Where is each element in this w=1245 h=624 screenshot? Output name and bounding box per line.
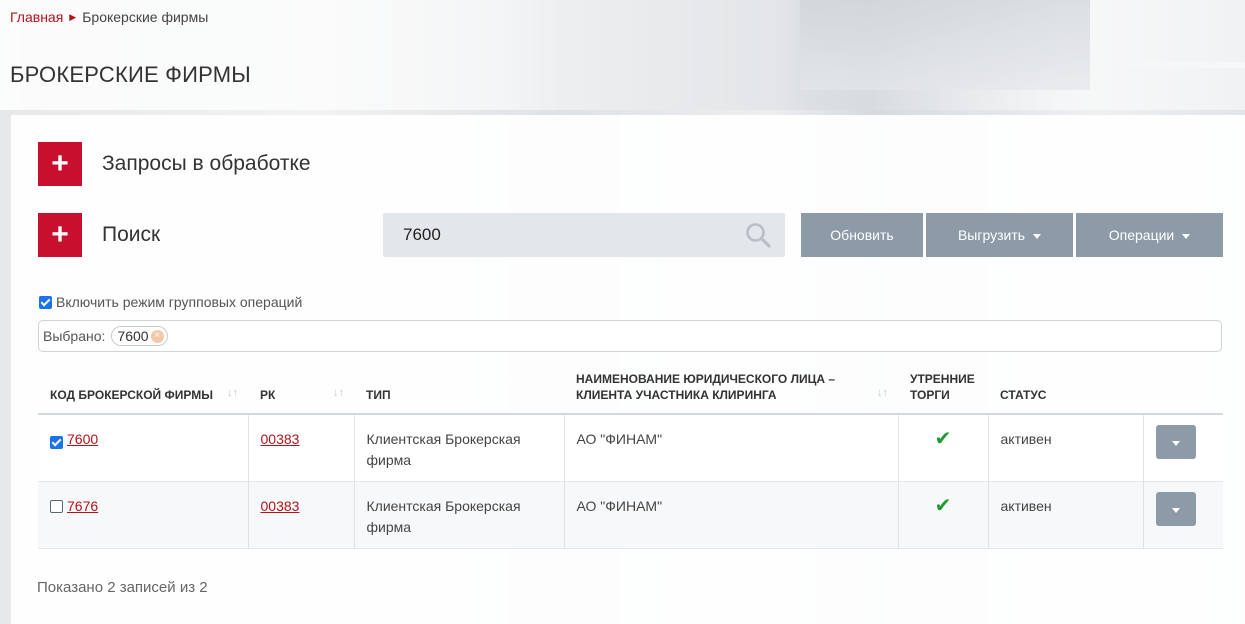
expand-requests-button[interactable]: +: [38, 142, 82, 186]
expand-search-button[interactable]: +: [38, 213, 82, 257]
selected-items-bar: Выбрано: 7600 ×: [38, 320, 1222, 352]
col-header-rk[interactable]: РК ↓↑: [248, 362, 354, 415]
cell-name: АО "ФИНАМ": [564, 481, 899, 549]
export-button-label: Выгрузить: [957, 227, 1026, 243]
table-header-row: КОД БРОКЕРСКОЙ ФИРМЫ ↓↑ РК ↓↑ ТИП НАИМЕНОВ…: [38, 362, 1223, 415]
cell-status: активен: [988, 481, 1144, 549]
breadcrumb: Главная ▶ Брокерские фирмы: [10, 9, 208, 25]
col-header-morning: УТРЕННИЕ ТОРГИ: [898, 362, 988, 415]
plus-icon: +: [51, 218, 69, 251]
col-header-type: ТИП: [354, 362, 564, 415]
broker-code-link[interactable]: 7600: [67, 431, 98, 447]
chevron-down-icon: [1171, 507, 1180, 513]
cell-code: 7676: [38, 481, 249, 549]
chevron-down-icon: [1182, 233, 1191, 239]
page-title: БРОКЕРСКИЕ ФИРМЫ: [10, 62, 251, 87]
cell-rk: 00383: [248, 414, 355, 482]
main-panel: + Запросы в обработке + Поиск Обновить В…: [11, 115, 1245, 624]
search-section-label: Поиск: [102, 223, 161, 246]
selected-chip-label: 7600: [117, 328, 149, 344]
cell-status: активен: [988, 414, 1144, 482]
remove-chip-icon[interactable]: ×: [150, 329, 164, 343]
cell-actions: [1143, 414, 1223, 482]
search-icon[interactable]: [745, 222, 771, 248]
chevron-down-icon: [1171, 440, 1180, 446]
requests-section-toggle[interactable]: + Запросы в обработке: [38, 142, 311, 186]
sort-icon[interactable]: ↓↑: [877, 385, 888, 401]
refresh-button-label: Обновить: [830, 227, 894, 243]
search-section-toggle[interactable]: + Поиск: [38, 213, 160, 257]
col-header-actions: [1143, 362, 1223, 415]
sort-icon[interactable]: ↓↑: [333, 385, 344, 401]
col-header-code[interactable]: КОД БРОКЕРСКОЙ ФИРМЫ ↓↑: [38, 362, 248, 415]
requests-section-label: Запросы в обработке: [102, 152, 311, 175]
selected-label: Выбрано:: [43, 328, 106, 344]
cell-type: Клиентская Брокерская фирма: [354, 481, 565, 549]
search-box: [383, 213, 785, 257]
row-checkbox[interactable]: [50, 500, 63, 513]
cell-rk: 00383: [248, 481, 355, 549]
row-actions-button[interactable]: [1155, 425, 1196, 459]
col-header-status: СТАТУС: [988, 362, 1143, 415]
check-icon: ✔: [934, 428, 952, 450]
cell-type: Клиентская Брокерская фирма: [354, 414, 565, 482]
check-icon: ✔: [934, 495, 952, 517]
search-input[interactable]: [383, 213, 733, 257]
export-dropdown-button[interactable]: Выгрузить: [926, 213, 1073, 257]
group-mode-checkbox[interactable]: [39, 295, 52, 309]
rk-link[interactable]: 00383: [261, 431, 300, 447]
operations-dropdown-button[interactable]: Операции: [1076, 213, 1223, 257]
breadcrumb-current: Брокерские фирмы: [82, 9, 209, 25]
refresh-button[interactable]: Обновить: [801, 213, 923, 257]
records-count: Показано 2 записей из 2: [37, 579, 208, 596]
cell-morning: ✔: [898, 481, 989, 549]
group-mode-label: Включить режим групповых операций: [56, 294, 303, 310]
selected-chip: 7600 ×: [111, 326, 168, 346]
sort-icon[interactable]: ↓↑: [227, 385, 238, 401]
cell-actions: [1143, 481, 1223, 549]
chevron-down-icon: [1033, 233, 1042, 239]
table-row: 7676 00383 Клиентская Брокерская фирма А…: [38, 481, 1223, 549]
brokers-table: КОД БРОКЕРСКОЙ ФИРМЫ ↓↑ РК ↓↑ ТИП НАИМЕНОВ…: [38, 362, 1223, 549]
col-header-name[interactable]: НАИМЕНОВАНИЕ ЮРИДИЧЕСКОГО ЛИЦА – КЛИЕНТА…: [564, 362, 898, 415]
table-row: 7600 00383 Клиентская Брокерская фирма А…: [38, 414, 1223, 482]
group-mode-toggle[interactable]: Включить режим групповых операций: [39, 294, 302, 310]
operations-button-label: Операции: [1108, 227, 1175, 243]
row-actions-button[interactable]: [1155, 492, 1196, 526]
breadcrumb-separator-icon: ▶: [69, 11, 77, 22]
broker-code-link[interactable]: 7676: [67, 498, 98, 514]
plus-icon: +: [51, 147, 69, 180]
row-checkbox[interactable]: [50, 436, 63, 449]
cell-morning: ✔: [898, 414, 989, 482]
rk-link[interactable]: 00383: [261, 498, 300, 514]
breadcrumb-home-link[interactable]: Главная: [10, 9, 63, 25]
cell-name: АО "ФИНАМ": [564, 414, 899, 482]
cell-code: 7600: [38, 414, 249, 482]
